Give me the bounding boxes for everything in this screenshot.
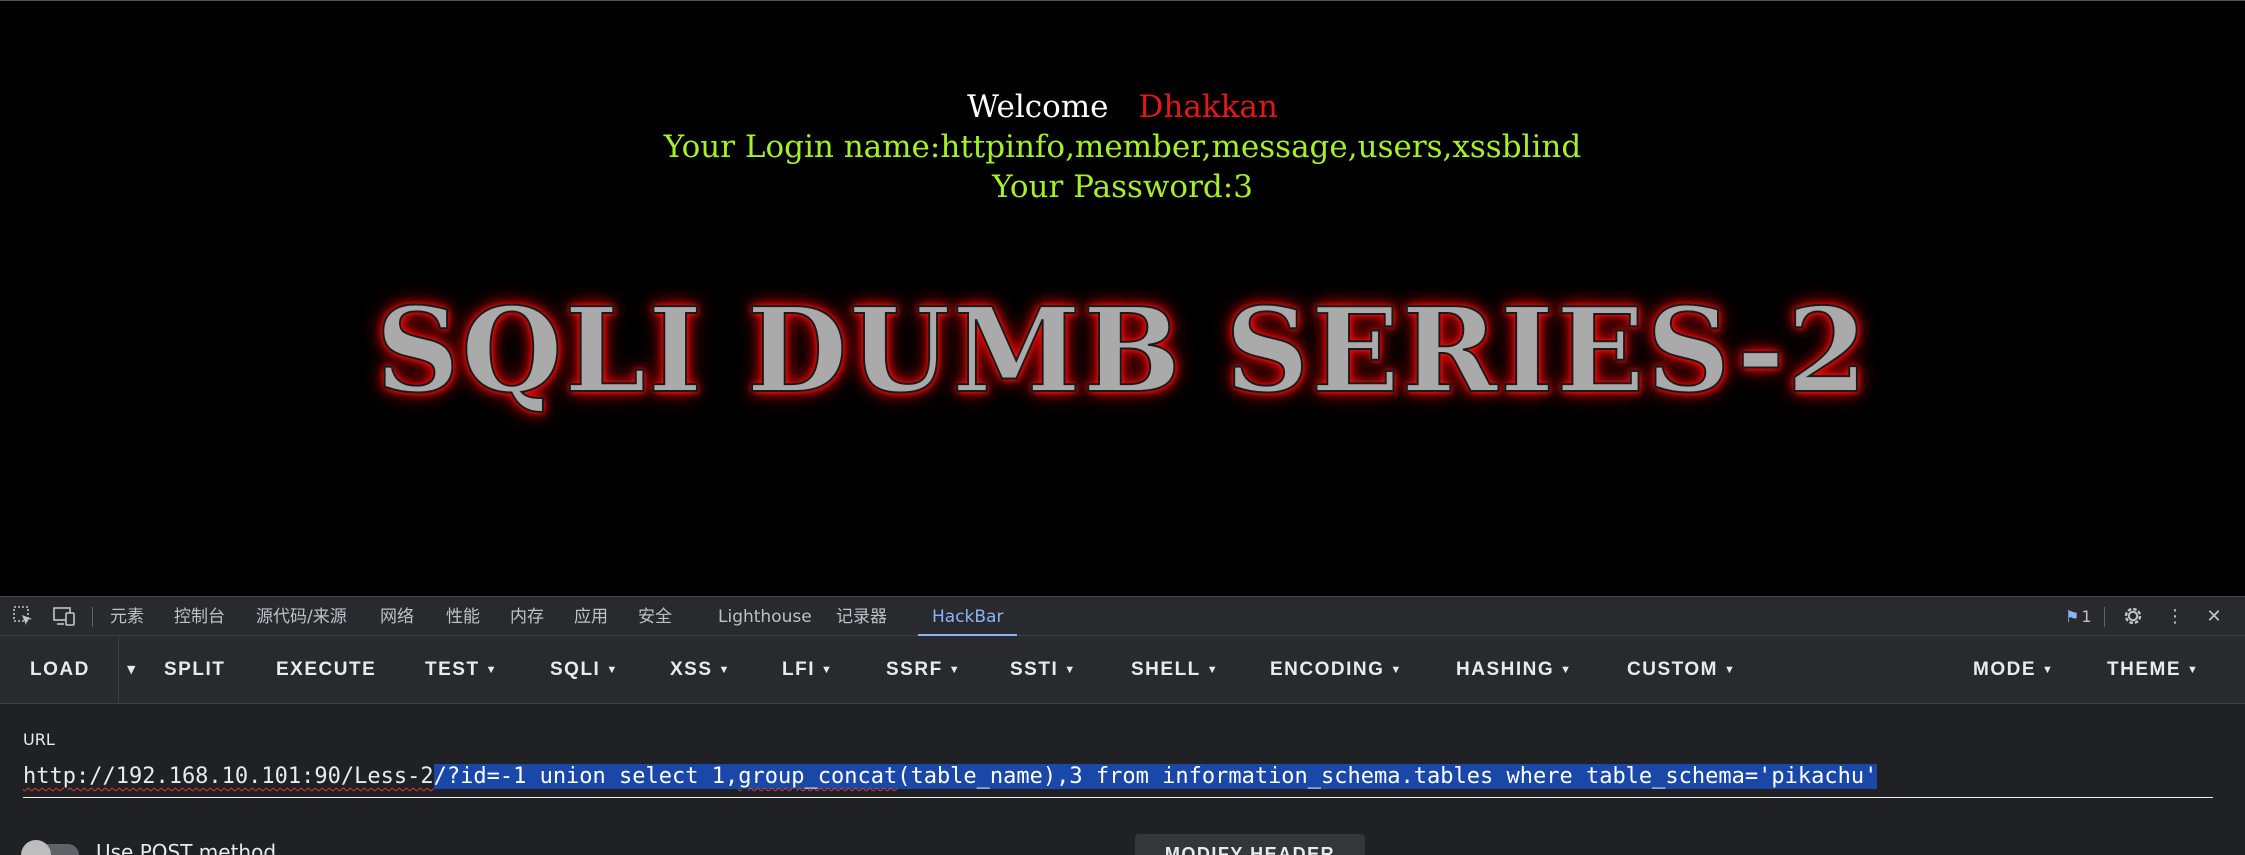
chevron-down-icon: ▼ [948,664,962,676]
theme-label: THEME [2107,659,2181,680]
execute-button[interactable]: EXECUTE [276,636,376,704]
ssrf-label: SSRF [886,659,943,680]
hackbar-toolbar: LOAD ▼ SPLIT EXECUTE TEST ▼ SQLI ▼ XSS ▼ LF… [0,636,2245,704]
theme-menu-button[interactable]: THEME ▼ [2107,636,2199,704]
web-page: Welcome Dhakkan Your Login name:httpinfo,… [0,0,2245,596]
welcome-line: Welcome Dhakkan [0,87,2245,127]
more-vert-icon[interactable]: ⋮ [2163,605,2187,629]
tab-sources[interactable]: 源代码/来源 [256,597,347,637]
devtools-panel: 元素 控制台 源代码/来源 网络 性能 内存 应用 安全 Lighthouse … [0,596,2245,855]
split-button[interactable]: SPLIT [164,636,225,704]
url-label: URL [23,730,55,749]
tab-recorder[interactable]: 记录器 [836,597,887,637]
chevron-down-icon: ▼ [2187,664,2200,676]
sqli-menu-button[interactable]: SQLI ▼ [550,636,619,704]
hashing-menu-button[interactable]: HASHING ▼ [1456,636,1573,704]
encoding-label: ENCODING [1270,659,1385,680]
series-banner: SQLI DUMB SERIES-2 [375,282,1870,420]
ssti-label: SSTI [1010,659,1059,680]
ssti-menu-button[interactable]: SSTI ▼ [1010,636,1077,704]
user-name: Dhakkan [1138,89,1278,125]
test-menu-button[interactable]: TEST ▼ [425,636,498,704]
chevron-down-icon: ▼ [1723,664,1737,676]
xss-label: XSS [670,659,713,680]
url-selected-text: /?id=-1 union select 1,group_concat(tabl… [433,764,1878,789]
issues-badge[interactable]: ⚑ 1 [2065,597,2092,637]
ssrf-menu-button[interactable]: SSRF ▼ [886,636,961,704]
tab-memory[interactable]: 内存 [510,597,544,637]
issues-count: 1 [2081,607,2092,626]
tab-hackbar[interactable]: HackBar [917,597,1019,637]
tab-lighthouse[interactable]: Lighthouse [718,597,812,637]
issues-flag-icon: ⚑ [2065,607,2080,626]
url-selected-prefix: /?id=-1 union select 1, [433,764,739,789]
shell-label: SHELL [1131,659,1201,680]
lfi-menu-button[interactable]: LFI ▼ [782,636,833,704]
close-icon[interactable]: ✕ [2202,605,2226,629]
password-line: Your Password:3 [992,169,1253,205]
login-name-line: Your Login name:httpinfo,member,message,… [663,129,1582,165]
custom-label: CUSTOM [1627,659,1718,680]
devtools-tab-bar: 元素 控制台 源代码/来源 网络 性能 内存 应用 安全 Lighthouse … [0,596,2245,637]
toggle-knob [21,840,51,855]
chevron-down-icon: ▼ [606,664,619,676]
url-base-text: http://192.168.10.101:90/Less-2 [23,764,434,789]
encoding-menu-button[interactable]: ENCODING ▼ [1270,636,1403,704]
tab-separator [92,607,93,627]
tab-network[interactable]: 网络 [380,597,414,637]
xss-menu-button[interactable]: XSS ▼ [670,636,731,704]
chevron-down-icon: ▼ [821,664,834,676]
inspect-element-icon[interactable] [11,605,35,629]
chevron-down-icon: ▼ [1560,664,1573,676]
modify-header-button[interactable]: MODIFY HEADER [1135,834,1365,855]
mode-label: MODE [1973,659,2036,680]
tab-console[interactable]: 控制台 [174,597,225,637]
load-button[interactable]: LOAD [30,636,90,704]
test-label: TEST [425,659,480,680]
post-method-toggle[interactable] [21,840,79,855]
custom-menu-button[interactable]: CUSTOM ▼ [1627,636,1736,704]
chevron-down-icon: ▼ [1064,664,1077,676]
tab-separator [2104,607,2105,627]
tab-application[interactable]: 应用 [574,597,608,637]
gear-icon[interactable] [2121,605,2145,629]
chevron-down-icon[interactable]: ▼ [118,636,135,704]
sqli-label: SQLI [550,659,601,680]
welcome-text: Welcome [967,89,1109,125]
tab-elements[interactable]: 元素 [110,597,144,637]
chevron-down-icon: ▼ [1206,664,1220,676]
lfi-label: LFI [782,659,815,680]
device-toolbar-icon[interactable] [52,605,76,629]
tab-performance[interactable]: 性能 [446,597,480,637]
chevron-down-icon: ▼ [2042,664,2055,676]
chevron-down-icon: ▼ [1390,664,1403,676]
url-input[interactable]: http://192.168.10.101:90/Less-2/?id=-1 u… [23,760,2213,798]
browser-window: Welcome Dhakkan Your Login name:httpinfo,… [0,0,2245,855]
mode-menu-button[interactable]: MODE ▼ [1973,636,2054,704]
post-method-label: Use POST method [96,840,277,855]
chevron-down-icon: ▼ [718,664,731,676]
shell-menu-button[interactable]: SHELL ▼ [1131,636,1219,704]
tab-security[interactable]: 安全 [638,597,672,637]
hashing-label: HASHING [1456,659,1555,680]
url-selected-suffix: (table_name),3 from information_schema.t… [897,764,1878,789]
chevron-down-icon: ▼ [485,664,498,676]
url-selected-word: group_concat [738,764,898,789]
